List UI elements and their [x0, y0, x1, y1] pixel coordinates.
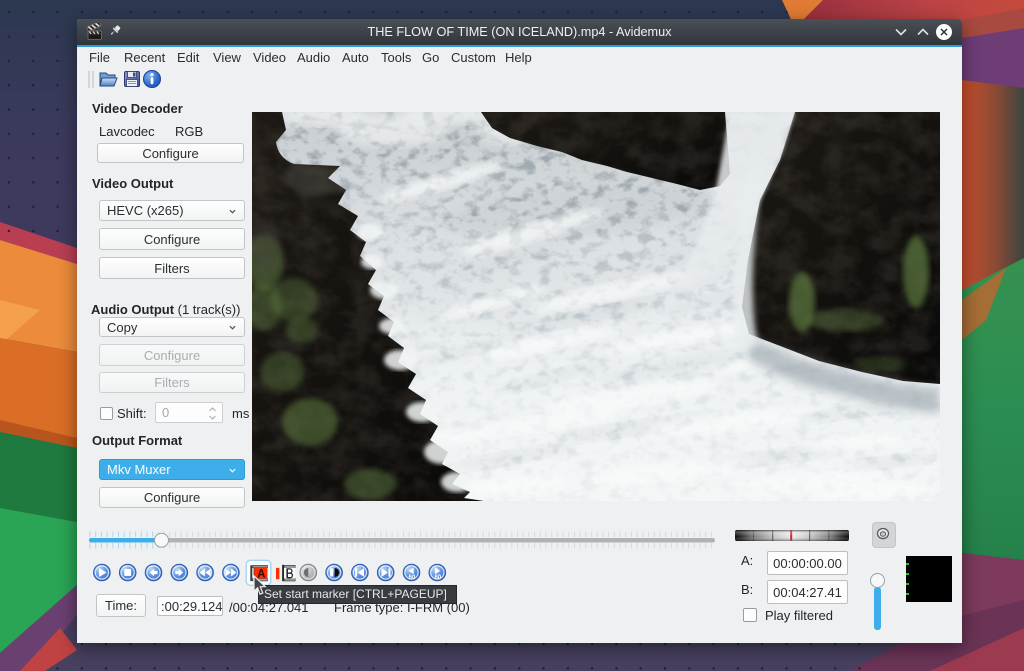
svg-text:60: 60 — [434, 575, 441, 581]
svg-text:60: 60 — [409, 575, 416, 581]
